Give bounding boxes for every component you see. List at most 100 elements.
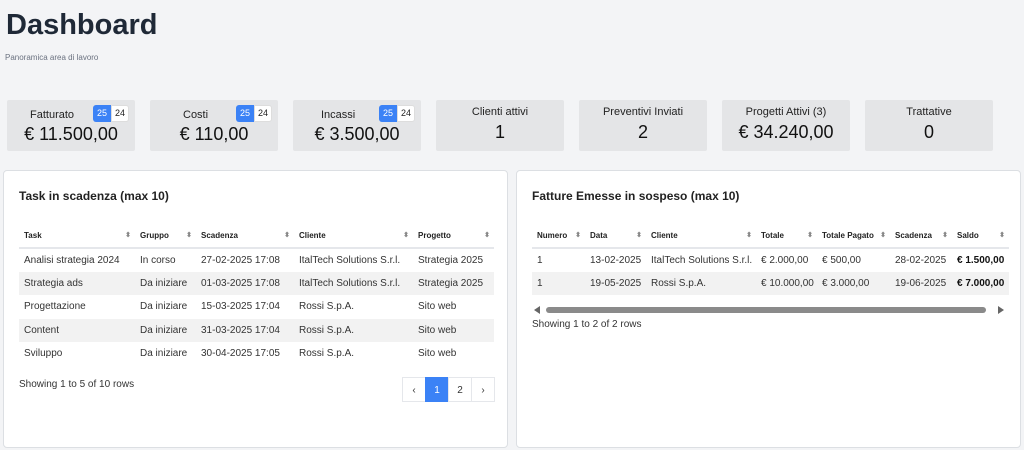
cell-progetto: Sito web (418, 348, 457, 360)
cell-cliente: ItalTech Solutions S.r.l. (651, 254, 753, 266)
column-header-gruppo[interactable]: Gruppo ⬍ (135, 224, 196, 249)
cell-data: 19-05-2025 (585, 271, 646, 295)
column-header-cliente[interactable]: Cliente ⬍ (294, 224, 413, 249)
column-header-scadenza[interactable]: Scadenza ⬍ (890, 224, 952, 249)
cell-totale: € 10.000,00 (756, 271, 817, 295)
horizontal-scrollbar[interactable] (532, 305, 1006, 315)
tasks-card-title: Task in scadenza (max 10) (19, 189, 169, 203)
pagination-next-button[interactable]: › (471, 377, 495, 402)
stat-value: € 34.240,00 (738, 122, 834, 142)
column-header-numero[interactable]: Numero ⬍ (532, 224, 585, 249)
year-button-active[interactable]: 25 (236, 105, 254, 122)
invoices-rows-summary: Showing 1 to 2 of 2 rows (532, 319, 642, 330)
stat-value: 1 (494, 122, 505, 142)
cell-scadenza: 01-03-2025 17:08 (196, 271, 294, 295)
cell-numero: 1 (537, 254, 543, 266)
table-row: Strategia ads Da iniziare 01-03-2025 17:… (19, 271, 494, 295)
stat-label: Preventivi Inviati (602, 106, 684, 118)
page-subtitle: Panoramica area di lavoro (5, 53, 99, 62)
cell-totale-pagato: € 500,00 (822, 254, 861, 266)
stat-card-costi: Costi 25 24 € 110,00 (150, 100, 278, 151)
stat-card-preventivi-inviati: Preventivi Inviati 2 (579, 100, 707, 151)
cell-progetto: Sito web (413, 318, 494, 342)
tasks-table: Task ⬍ Gruppo ⬍ Scadenza ⬍ Cliente ⬍ Progett… (19, 224, 494, 366)
column-header-progetto[interactable]: Progetto ⬍ (413, 224, 494, 249)
table-row: 1 19-05-2025 Rossi S.p.A. € 10.000,00 € … (532, 271, 1009, 295)
column-header-scadenza[interactable]: Scadenza ⬍ (196, 224, 294, 249)
stat-value: 0 (923, 122, 934, 142)
cell-scadenza: 28-02-2025 (895, 254, 947, 266)
cell-progetto: Sito web (418, 301, 457, 313)
cell-task: Analisi strategia 2024 (24, 254, 120, 266)
cell-saldo: € 1.500,00 (957, 254, 1005, 266)
stat-value: 2 (637, 122, 648, 142)
cell-scadenza: 19-06-2025 (890, 271, 952, 295)
cell-cliente: ItalTech Solutions S.r.l. (299, 254, 401, 266)
year-toggle: 25 24 (379, 105, 415, 122)
cell-gruppo: Da iniziare (135, 318, 196, 342)
cell-task: Sviluppo (24, 348, 63, 360)
table-row: Sviluppo Da iniziare 30-04-2025 17:05 Ro… (19, 342, 494, 366)
year-button-active[interactable]: 25 (93, 105, 111, 122)
stat-card-progetti-attivi: Progetti Attivi (3) € 34.240,00 (722, 100, 850, 151)
column-header-saldo[interactable]: Saldo ⬍ (952, 224, 1009, 249)
cell-gruppo: Da iniziare (140, 348, 188, 360)
year-button-active[interactable]: 25 (379, 105, 397, 122)
cell-task: Strategia ads (19, 271, 135, 295)
stat-card-clienti-attivi: Clienti attivi 1 (436, 100, 564, 151)
cell-cliente: Rossi S.p.A. (299, 348, 355, 360)
cell-progetto: Strategia 2025 (413, 271, 494, 295)
cell-gruppo: In corso (140, 254, 176, 266)
cell-progetto: Strategia 2025 (418, 254, 484, 266)
cell-scadenza: 15-03-2025 17:04 (201, 301, 280, 313)
cell-cliente: Rossi S.p.A. (299, 301, 355, 313)
column-header-cliente[interactable]: Cliente ⬍ (646, 224, 756, 249)
year-toggle: 25 24 (93, 105, 129, 122)
cell-cliente: ItalTech Solutions S.r.l. (294, 271, 413, 295)
scroll-left-icon[interactable] (534, 306, 540, 314)
scroll-right-icon[interactable] (998, 306, 1004, 314)
cell-numero: 1 (532, 271, 585, 295)
tasks-rows-summary: Showing 1 to 5 of 10 rows (19, 379, 135, 390)
year-button[interactable]: 24 (397, 105, 415, 122)
pagination-page-2[interactable]: 2 (448, 377, 472, 402)
stat-value: € 3.500,00 (314, 124, 400, 144)
stat-card-incassi: Incassi 25 24 € 3.500,00 (293, 100, 421, 151)
cell-data: 13-02-2025 (590, 254, 642, 266)
stat-label: Progetti Attivi (3) (745, 106, 827, 118)
year-button[interactable]: 24 (254, 105, 272, 122)
cell-scadenza: 27-02-2025 17:08 (201, 254, 280, 266)
cell-gruppo: Da iniziare (140, 301, 188, 313)
cell-saldo: € 7.000,00 (952, 271, 1009, 295)
year-button[interactable]: 24 (111, 105, 129, 122)
table-row: 1 13-02-2025 ItalTech Solutions S.r.l. €… (532, 248, 1009, 272)
cell-scadenza: 31-03-2025 17:04 (196, 318, 294, 342)
column-header-totale-pagato[interactable]: Totale Pagato ⬍ (817, 224, 890, 249)
scrollbar-thumb[interactable] (546, 307, 986, 313)
cell-totale: € 2.000,00 (761, 254, 809, 266)
tasks-card: Task in scadenza (max 10) Task ⬍ Gruppo ⬍ … (3, 170, 508, 448)
cell-scadenza: 30-04-2025 17:05 (201, 348, 280, 360)
stat-card-fatturato: Fatturato 25 24 € 11.500,00 (7, 100, 135, 151)
cell-task: Content (19, 318, 135, 342)
stat-label: Clienti attivi (471, 106, 529, 118)
table-row: Analisi strategia 2024 In corso 27-02-20… (19, 248, 494, 272)
cell-totale-pagato: € 3.000,00 (817, 271, 890, 295)
invoices-table: Numero ⬍ Data ⬍ Cliente ⬍ Totale ⬍ Totale Pa… (532, 224, 1009, 295)
cell-cliente: Rossi S.p.A. (294, 318, 413, 342)
pagination-prev-button[interactable]: ‹ (402, 377, 426, 402)
year-toggle: 25 24 (236, 105, 272, 122)
table-row: Content Da iniziare 31-03-2025 17:04 Ros… (19, 318, 494, 342)
stat-card-trattative: Trattative 0 (865, 100, 993, 151)
cell-cliente: Rossi S.p.A. (646, 271, 756, 295)
column-header-data[interactable]: Data ⬍ (585, 224, 646, 249)
column-header-task[interactable]: Task ⬍ (19, 224, 135, 249)
page-title: Dashboard (6, 9, 158, 41)
pagination: ‹ 1 2 › (402, 377, 495, 402)
stat-value: € 110,00 (179, 124, 249, 144)
pagination-page-1[interactable]: 1 (425, 377, 449, 402)
invoices-card-title: Fatture Emesse in sospeso (max 10) (532, 189, 740, 203)
cell-gruppo: Da iniziare (135, 271, 196, 295)
column-header-totale[interactable]: Totale ⬍ (756, 224, 817, 249)
cell-task: Progettazione (24, 301, 86, 313)
